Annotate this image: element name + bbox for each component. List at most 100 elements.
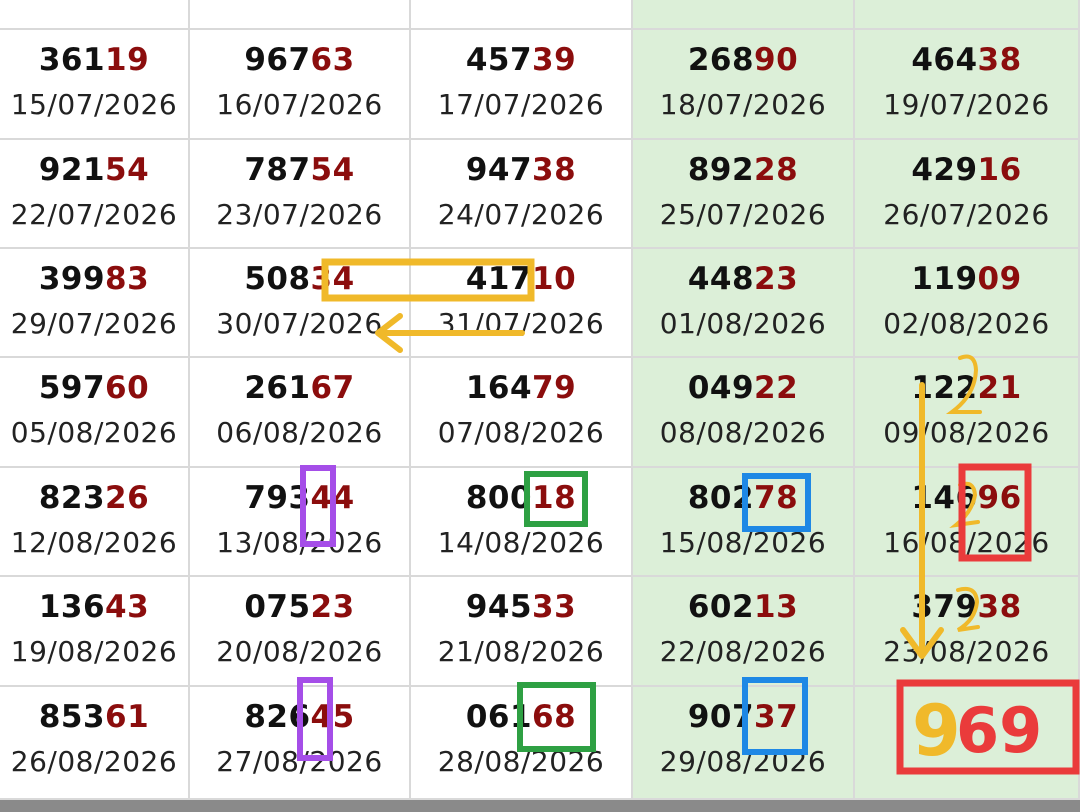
result-number-tail: 90 xyxy=(754,42,799,78)
result-number-tail: 83 xyxy=(105,261,150,297)
result-cell: 59760 05/08/2026 xyxy=(0,358,190,468)
result-number-tail: 96 xyxy=(977,480,1022,516)
result-number-head: 597 xyxy=(38,370,106,406)
result-number-head: 075 xyxy=(244,589,311,625)
result-number-head: 268 xyxy=(687,42,755,78)
result-number: 39983 xyxy=(0,261,188,297)
result-number-head: 399 xyxy=(38,261,106,297)
result-number: 37938 xyxy=(855,589,1078,625)
result-cell: 07523 20/08/2026 xyxy=(190,577,411,687)
result-number-head: 823 xyxy=(38,480,106,516)
result-cell: 11/07/2026 xyxy=(633,0,855,30)
result-number: 14696 xyxy=(855,480,1078,516)
result-cell xyxy=(855,687,1080,800)
result-cell: 37938 23/08/2026 xyxy=(855,577,1080,687)
result-number: 82326 xyxy=(0,480,188,516)
result-cell: 50834 30/07/2026 xyxy=(190,249,411,358)
result-number: 89228 xyxy=(633,152,853,188)
result-date: 13/08/2026 xyxy=(216,526,383,559)
result-cell: 13643 19/08/2026 xyxy=(0,577,190,687)
result-number: 82645 xyxy=(190,699,409,735)
result-date: 21/08/2026 xyxy=(437,635,605,668)
result-date: 07/08/2026 xyxy=(437,416,605,449)
result-number-head: 429 xyxy=(911,152,978,188)
result-number-head: 379 xyxy=(911,589,978,625)
result-number: 94533 xyxy=(411,589,631,625)
result-number-head: 457 xyxy=(465,42,533,78)
result-date: 16/08/2026 xyxy=(883,526,1050,559)
result-number: 07523 xyxy=(190,589,409,625)
result-number-tail: 38 xyxy=(532,152,577,188)
result-date: 08/08/2026 xyxy=(659,416,827,449)
result-cell: 90737 29/08/2026 xyxy=(633,687,855,800)
result-date: 19/08/2026 xyxy=(10,635,178,668)
result-number-tail: 10 xyxy=(532,261,577,297)
result-cell: 09/07/2026 xyxy=(190,0,411,30)
result-date: 19/07/2026 xyxy=(883,88,1050,121)
result-number-tail: 43 xyxy=(105,589,150,625)
result-number-tail: 37 xyxy=(754,699,799,735)
result-number-tail: 68 xyxy=(532,699,577,735)
result-date: 26/08/2026 xyxy=(10,745,178,778)
result-number-head: 464 xyxy=(911,42,978,78)
result-cell: 45739 17/07/2026 xyxy=(411,30,633,140)
result-number: 36119 xyxy=(0,42,188,78)
result-date: 29/08/2026 xyxy=(659,745,827,778)
result-number-tail: 26 xyxy=(105,480,150,516)
result-number-tail: 38 xyxy=(977,42,1022,78)
result-number-head: 947 xyxy=(465,152,533,188)
result-date: 24/07/2026 xyxy=(437,198,605,231)
result-date: 06/08/2026 xyxy=(216,416,383,449)
result-date: 26/07/2026 xyxy=(883,198,1050,231)
result-date: 29/07/2026 xyxy=(10,307,178,340)
result-number-head: 907 xyxy=(687,699,755,735)
result-date: 18/07/2026 xyxy=(659,88,827,121)
result-number: 16479 xyxy=(411,370,631,406)
result-cell: 12221 09/08/2026 xyxy=(855,358,1080,468)
result-date: 02/08/2026 xyxy=(883,307,1050,340)
result-number-head: 508 xyxy=(244,261,311,297)
result-number-tail: 13 xyxy=(754,589,799,625)
result-number-tail: 23 xyxy=(310,589,355,625)
result-cell: 08/07/2026 xyxy=(0,0,190,30)
scrollbar-track[interactable] xyxy=(0,800,1080,812)
result-date: 09/08/2026 xyxy=(883,416,1050,449)
result-cell: 14696 16/08/2026 xyxy=(855,468,1080,577)
result-number: 44823 xyxy=(633,261,853,297)
result-number: 11909 xyxy=(855,261,1078,297)
result-number-tail: 18 xyxy=(532,480,577,516)
result-cell: 44823 01/08/2026 xyxy=(633,249,855,358)
result-date: 05/08/2026 xyxy=(10,416,178,449)
result-number-tail: 61 xyxy=(105,699,150,735)
result-date: 12/08/2026 xyxy=(10,526,178,559)
result-number-head: 945 xyxy=(465,589,533,625)
result-date: 16/07/2026 xyxy=(216,88,383,121)
result-number-tail: 16 xyxy=(977,152,1022,188)
result-cell: 06168 28/08/2026 xyxy=(411,687,633,800)
result-cell: 92154 22/07/2026 xyxy=(0,140,190,249)
result-cell: 04922 08/08/2026 xyxy=(633,358,855,468)
result-cell: 26890 18/07/2026 xyxy=(633,30,855,140)
result-cell: 94738 24/07/2026 xyxy=(411,140,633,249)
result-number: 90737 xyxy=(633,699,853,735)
result-date: 28/08/2026 xyxy=(437,745,605,778)
result-number-head: 892 xyxy=(687,152,755,188)
result-date: 20/08/2026 xyxy=(216,635,383,668)
result-number-tail: 38 xyxy=(977,589,1022,625)
result-number-head: 146 xyxy=(911,480,978,516)
result-number-head: 417 xyxy=(465,261,533,297)
result-number-tail: 60 xyxy=(105,370,150,406)
result-number-tail: 63 xyxy=(310,42,355,78)
result-number-head: 119 xyxy=(911,261,978,297)
result-number: 94738 xyxy=(411,152,631,188)
result-cell: 80278 15/08/2026 xyxy=(633,468,855,577)
result-number: 59760 xyxy=(0,370,188,406)
result-cell: 94533 21/08/2026 xyxy=(411,577,633,687)
result-number-head: 921 xyxy=(38,152,106,188)
result-number-head: 826 xyxy=(244,699,311,735)
result-cell: 60213 22/08/2026 xyxy=(633,577,855,687)
result-number-head: 967 xyxy=(244,42,311,78)
result-number: 13643 xyxy=(0,589,188,625)
result-number: 26890 xyxy=(633,42,853,78)
result-cell: 82645 27/08/2026 xyxy=(190,687,411,800)
